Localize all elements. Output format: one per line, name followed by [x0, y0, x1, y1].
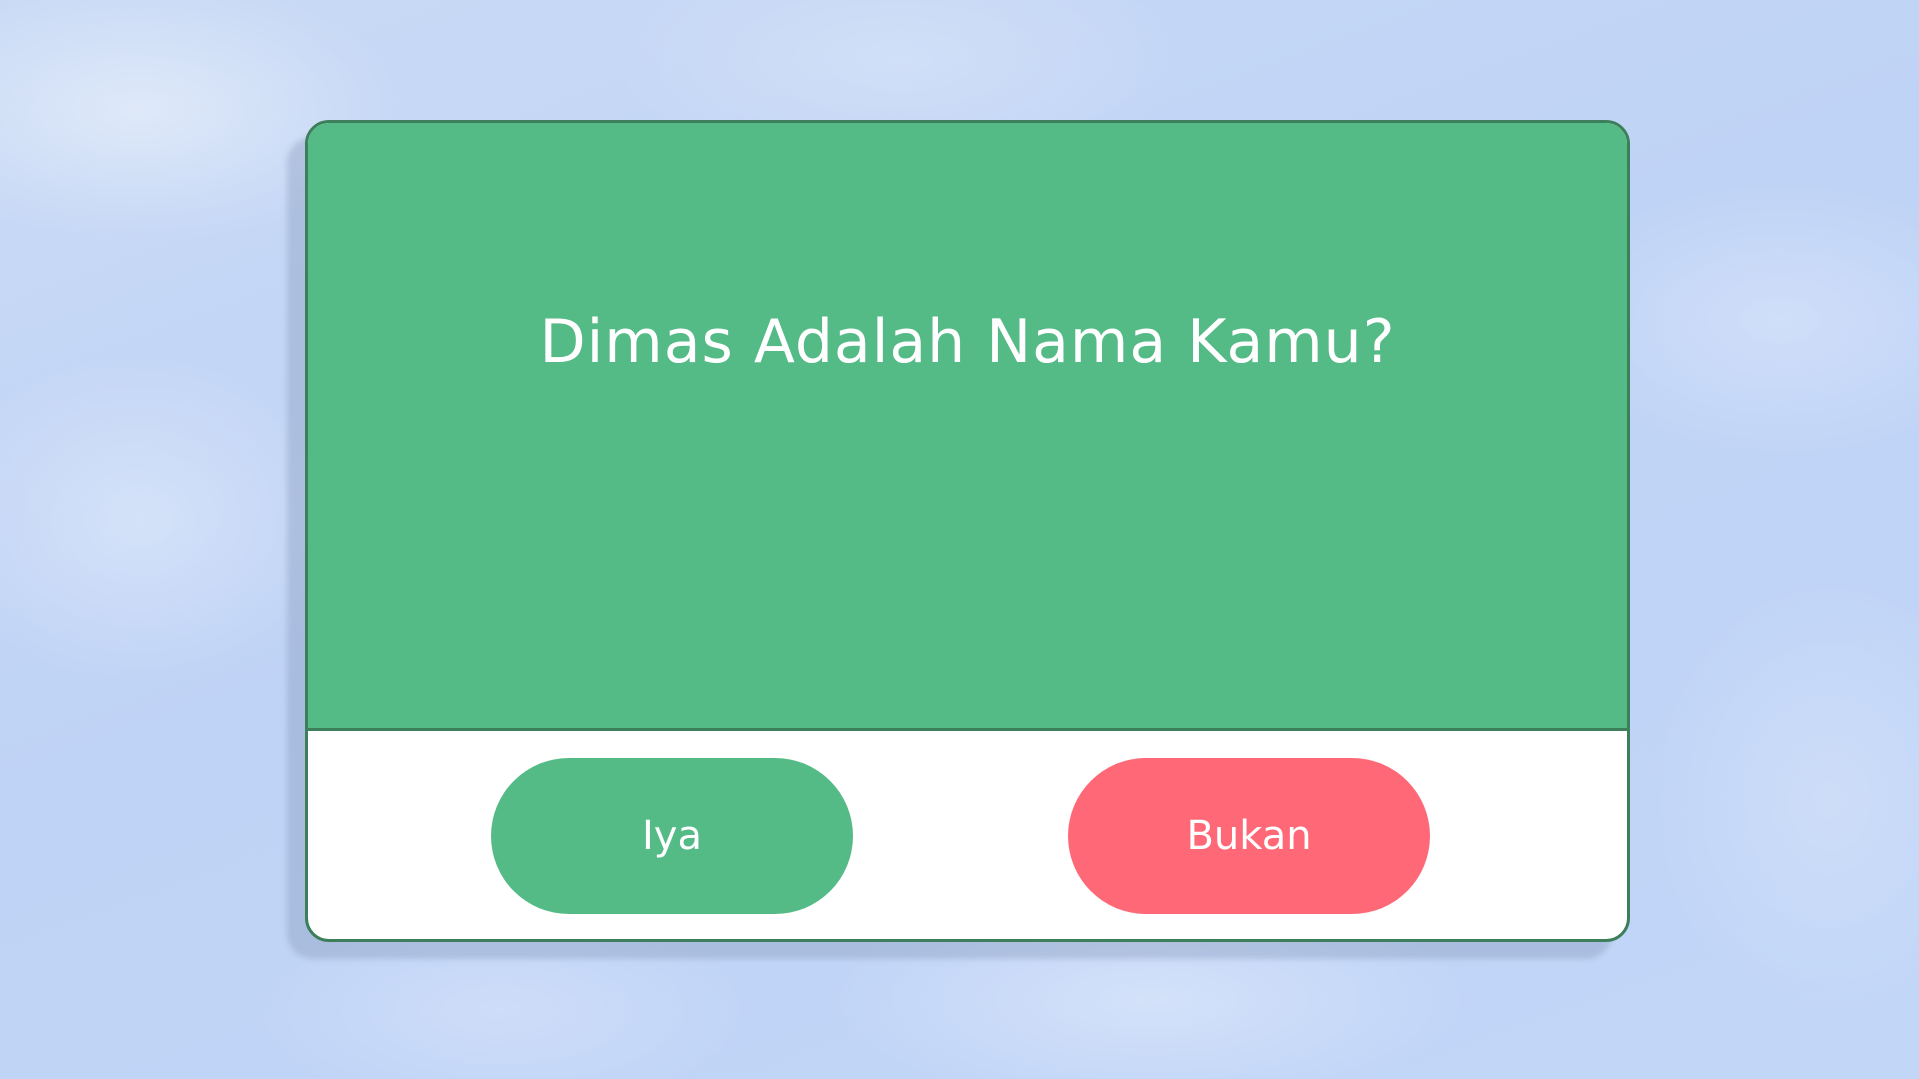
- question-text: Dimas Adalah Nama Kamu?: [539, 306, 1396, 377]
- answer-panel: Iya Bukan: [308, 731, 1627, 939]
- quiz-dialog: Dimas Adalah Nama Kamu? Iya Bukan: [305, 120, 1630, 942]
- no-button[interactable]: Bukan: [1068, 758, 1430, 914]
- question-panel: Dimas Adalah Nama Kamu?: [308, 123, 1627, 731]
- yes-button[interactable]: Iya: [491, 758, 853, 914]
